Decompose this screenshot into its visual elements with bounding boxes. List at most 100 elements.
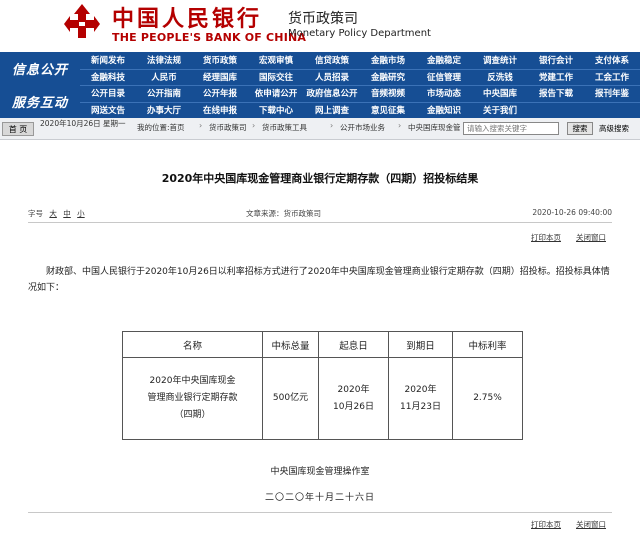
name-line: （四期） [174, 410, 211, 420]
nav-item[interactable]: 人员招录 [304, 69, 360, 86]
nav-item[interactable]: 金融研究 [360, 69, 416, 86]
nav-item[interactable]: 人民币 [136, 69, 192, 86]
table-cell-name: 2020年中央国库现金 管理商业银行定期存款 （四期） [122, 357, 263, 440]
font-size-medium[interactable]: 中 [63, 209, 71, 218]
table-header: 到期日 [388, 331, 453, 358]
breadcrumb-monetary-policy[interactable]: 货币政策司 [209, 122, 247, 133]
publish-date: 2020-10-26 09:40:00 [532, 208, 612, 217]
table-header: 起息日 [318, 331, 389, 358]
print-page-link[interactable]: 打印本页 [531, 232, 561, 243]
signature: 中央国库现金管理操作室 [270, 467, 370, 477]
site-header: 中国人民银行 THE PEOPLE'S BANK OF CHINA 货币政策司 … [0, 0, 640, 52]
nav-section-service: 服务互动 [11, 96, 68, 111]
nav-item[interactable]: 经理国库 [192, 69, 248, 86]
nav-item[interactable]: 下载中心 [248, 102, 304, 119]
results-table: 名称 中标总量 起息日 到期日 中标利率 2020年中央国库现金 管理商业银行定… [122, 331, 523, 440]
nav-item[interactable]: 依申请公开 [248, 85, 304, 102]
end-year: 2020年 [404, 384, 437, 395]
nav-item[interactable]: 工会工作 [584, 69, 640, 86]
table-cell-end: 2020年 11月23日 [388, 357, 453, 440]
name-line: 管理商业银行定期存款 [147, 393, 238, 403]
nav-item[interactable]: 党建工作 [528, 69, 584, 86]
nav-item[interactable]: 在线申报 [192, 102, 248, 119]
current-date: 2020年10月26日 星期一 [40, 119, 126, 128]
logo-english[interactable]: THE PEOPLE'S BANK OF CHINA [112, 31, 306, 44]
nav-item[interactable]: 信贷政策 [304, 52, 360, 69]
breadcrumb-separator: › [199, 121, 203, 130]
article-meta: 字号 大 中 小 文章来源：货币政策司 2020-10-26 09:40:00 [28, 208, 612, 220]
nav-item[interactable]: 金融知识 [416, 102, 472, 119]
article-paragraph: 财政部、中国人民银行于2020年10月26日以利率招标方式进行了2020年中央国… [28, 267, 610, 293]
nav-row-separator [80, 68, 640, 70]
nav-item[interactable]: 反洗钱 [472, 69, 528, 86]
nav-item[interactable]: 公开指南 [136, 85, 192, 102]
breadcrumb-policy-tools[interactable]: 货币政策工具 [262, 122, 307, 133]
nav-section-info: 信息公开 [11, 63, 68, 78]
divider [28, 222, 612, 223]
divider [28, 512, 612, 513]
nav-item[interactable]: 国际交往 [248, 69, 304, 86]
nav-row-separator [80, 101, 640, 103]
breadcrumb-separator: › [330, 121, 334, 130]
font-size-large[interactable]: 大 [49, 209, 57, 218]
nav-item[interactable]: 关于我们 [472, 102, 528, 119]
font-size-switcher: 字号 大 中 小 [28, 208, 85, 219]
table-header: 中标利率 [452, 331, 523, 358]
nav-grid: 新闻发布 法律法规 货币政策 宏观审慎 信贷政策 金融市场 金融稳定 调查统计 银行会计 支付体系… [80, 52, 640, 118]
breadcrumb-separator: › [252, 121, 256, 130]
nav-item[interactable]: 音频视频 [360, 85, 416, 102]
home-button[interactable]: 首 页 [2, 122, 34, 136]
nav-item[interactable]: 金融市场 [360, 52, 416, 69]
nav-item[interactable]: 报告下载 [528, 85, 584, 102]
breadcrumb-current[interactable]: 中央国库现金管理业务公告 [408, 122, 460, 133]
nav-item[interactable]: 网送文告 [80, 102, 136, 119]
nav-item[interactable]: 新闻发布 [80, 52, 136, 69]
table-cell-amount: 500亿元 [262, 357, 319, 440]
name-line: 2020年中央国库现金 [149, 376, 236, 386]
start-year: 2020年 [337, 384, 370, 395]
search-button[interactable]: 搜索 [567, 122, 593, 135]
table-row: 2020年中央国库现金 管理商业银行定期存款 （四期） 500亿元 2020年 … [122, 357, 523, 440]
font-size-small[interactable]: 小 [77, 209, 85, 218]
nav-item[interactable]: 办事大厅 [136, 102, 192, 119]
nav-item[interactable]: 市场动态 [416, 85, 472, 102]
breadcrumb-bar: 首 页 2020年10月26日 星期一 我的位置:首页 › 货币政策司 › 货币… [0, 118, 640, 140]
nav-item[interactable]: 公开年报 [192, 85, 248, 102]
breadcrumb-open-market[interactable]: 公开市场业务 [340, 122, 385, 133]
nav-row-separator [80, 85, 640, 86]
nav-item[interactable]: 货币政策 [192, 52, 248, 69]
logo-chinese[interactable]: 中国人民银行 [112, 1, 262, 33]
nav-item[interactable]: 中央国库 [472, 85, 528, 102]
nav-item[interactable]: 金融科技 [80, 69, 136, 86]
table-cell-rate: 2.75% [452, 357, 523, 440]
nav-item[interactable]: 政府信息公开 [304, 85, 360, 102]
font-size-label: 字号 [28, 209, 43, 218]
nav-item[interactable]: 金融稳定 [416, 52, 472, 69]
nav-item[interactable]: 调查统计 [472, 52, 528, 69]
article-source: 文章来源：货币政策司 [246, 209, 321, 218]
table-header-row: 名称 中标总量 起息日 到期日 中标利率 [122, 331, 523, 358]
start-day: 10月26日 [333, 401, 374, 412]
breadcrumb-location[interactable]: 我的位置:首页 [137, 122, 185, 133]
nav-item[interactable]: 法律法规 [136, 52, 192, 69]
nav-item[interactable]: 支付体系 [584, 52, 640, 69]
main-nav: 信息公开 服务互动 新闻发布 法律法规 货币政策 宏观审慎 信贷政策 金融市场 金融稳定 调查… [0, 52, 640, 118]
nav-item[interactable]: 征信管理 [416, 69, 472, 86]
nav-item[interactable]: 宏观审慎 [248, 52, 304, 69]
nav-item[interactable]: 网上调查 [304, 102, 360, 119]
table-header: 名称 [122, 331, 263, 358]
nav-item[interactable]: 银行会计 [528, 52, 584, 69]
department-subtitle: Monetary Policy Department [288, 28, 431, 39]
article-title: 2020年中央国库现金管理商业银行定期存款（四期）招投标结果 [161, 172, 479, 185]
close-window-link-bottom[interactable]: 关闭窗口 [576, 519, 606, 530]
search-input[interactable]: 请输入搜索关键字 [463, 122, 559, 135]
department-title: 货币政策司 [288, 11, 358, 27]
table-header: 中标总量 [262, 331, 319, 358]
nav-item[interactable]: 公开目录 [80, 85, 136, 102]
table-cell-start: 2020年 10月26日 [318, 357, 389, 440]
close-window-link[interactable]: 关闭窗口 [576, 232, 606, 243]
nav-item[interactable]: 意见征集 [360, 102, 416, 119]
print-page-link-bottom[interactable]: 打印本页 [531, 519, 561, 530]
advanced-search-link[interactable]: 高级搜索 [599, 123, 629, 134]
nav-item[interactable]: 报刊年鉴 [584, 85, 640, 102]
